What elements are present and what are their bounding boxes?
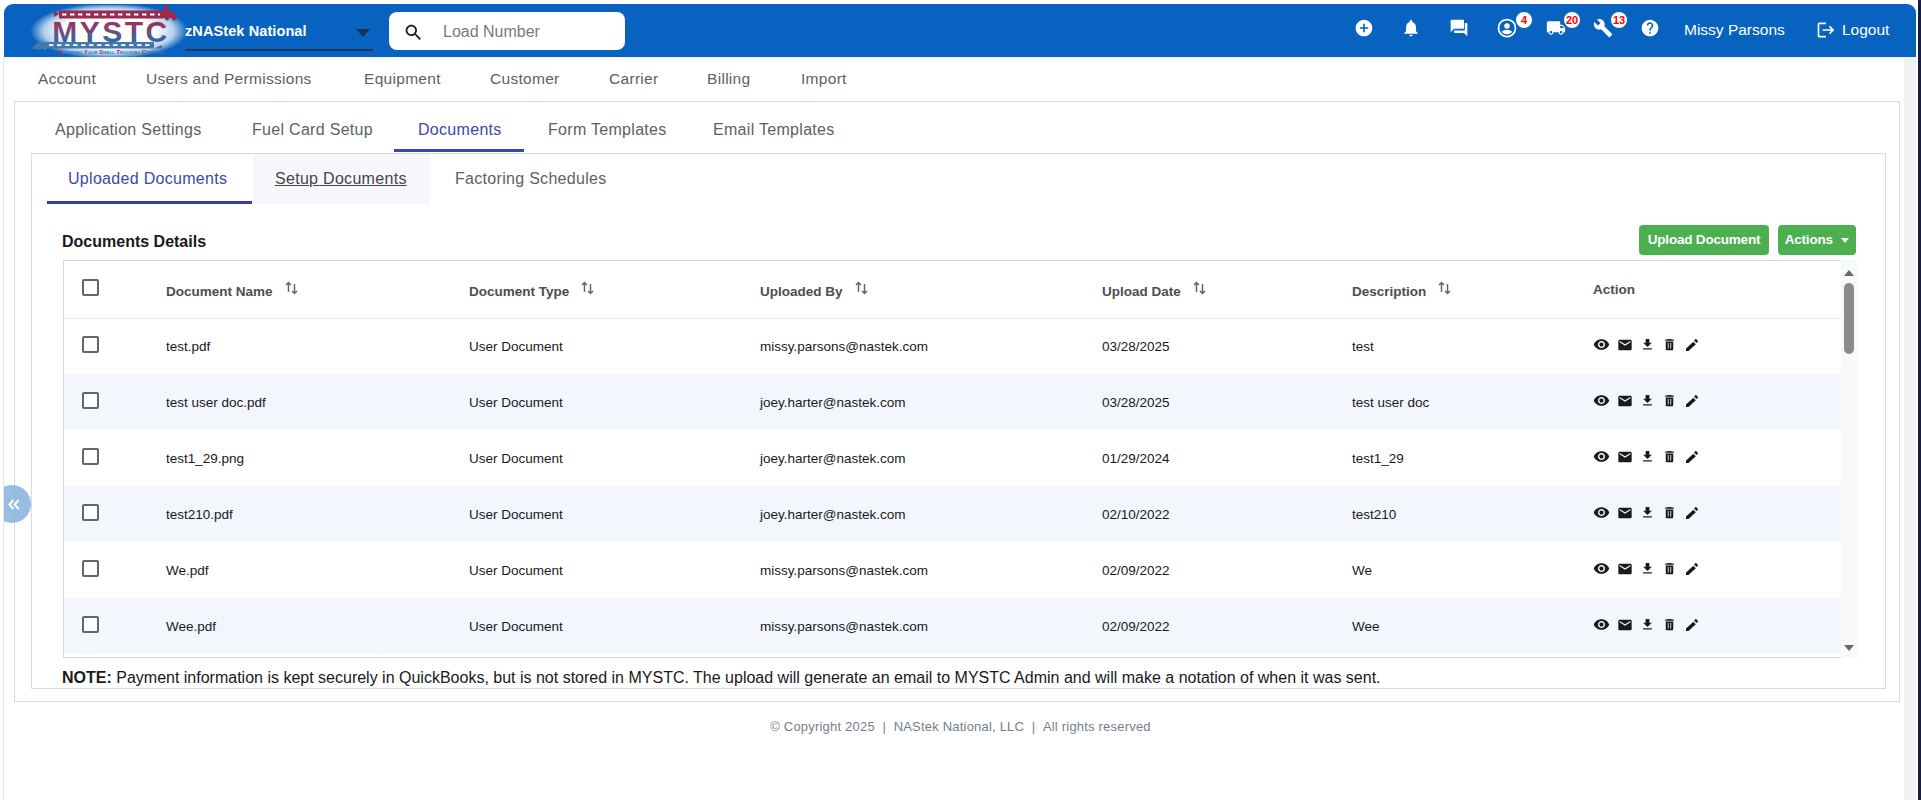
svg-text:MANAGING YOUR SMALL TRUCKING C: MANAGING YOUR SMALL TRUCKING COMPANY [57, 49, 164, 55]
